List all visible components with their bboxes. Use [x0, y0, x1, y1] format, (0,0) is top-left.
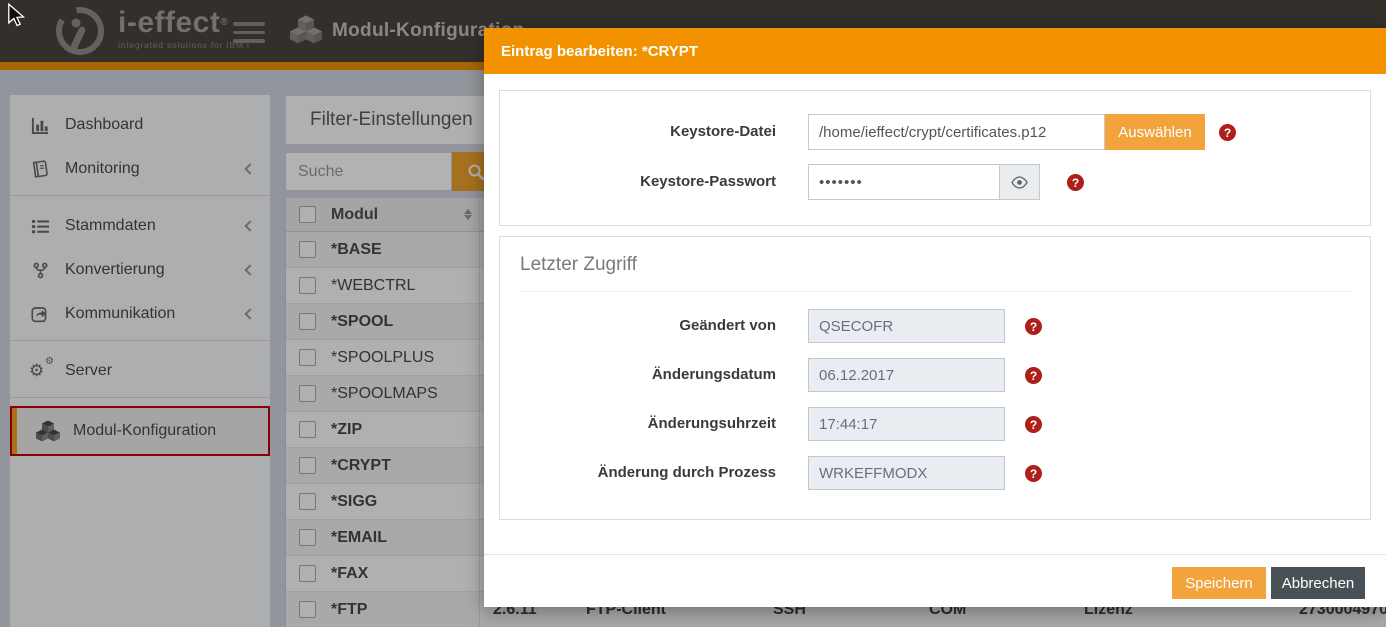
- keystore-fieldbox: Keystore-Datei Auswählen ? Keystore-Pass…: [499, 90, 1371, 226]
- modal-header: Eintrag bearbeiten: *CRYPT: [484, 28, 1386, 74]
- modal-title: Eintrag bearbeiten: *CRYPT: [501, 43, 698, 60]
- edit-entry-modal: Eintrag bearbeiten: *CRYPT Keystore-Date…: [484, 28, 1386, 607]
- toggle-password-visibility[interactable]: [1000, 164, 1040, 200]
- help-icon[interactable]: ?: [1067, 174, 1084, 191]
- readonly-field-input: [808, 456, 1005, 490]
- section-divider: [520, 291, 1350, 292]
- keystore-password-label: Keystore-Passwort: [500, 164, 776, 200]
- field-label: Änderungsuhrzeit: [500, 407, 776, 441]
- readonly-field-input: [808, 358, 1005, 392]
- readonly-field-input: [808, 309, 1005, 343]
- field-label: Änderung durch Prozess: [500, 456, 776, 490]
- last-access-row: Geändert von?: [500, 309, 1370, 343]
- last-access-row: Änderung durch Prozess?: [500, 456, 1370, 490]
- keystore-file-input[interactable]: [808, 114, 1105, 150]
- save-button[interactable]: Speichern: [1172, 567, 1266, 599]
- app-window: i-effect® integrated solutions for IBM i…: [0, 0, 1386, 627]
- field-label: Änderungsdatum: [500, 358, 776, 392]
- last-access-row: Änderungsdatum?: [500, 358, 1370, 392]
- last-access-row: Änderungsuhrzeit?: [500, 407, 1370, 441]
- field-label: Geändert von: [500, 309, 776, 343]
- readonly-field-input: [808, 407, 1005, 441]
- modal-footer-divider: [484, 554, 1386, 555]
- section-title: Letzter Zugriff: [520, 254, 637, 276]
- help-icon[interactable]: ?: [1025, 416, 1042, 433]
- eye-icon: [1010, 176, 1029, 189]
- help-icon[interactable]: ?: [1219, 124, 1236, 141]
- help-icon[interactable]: ?: [1025, 318, 1042, 335]
- keystore-file-label: Keystore-Datei: [500, 114, 776, 150]
- help-icon[interactable]: ?: [1025, 367, 1042, 384]
- cancel-button[interactable]: Abbrechen: [1271, 567, 1365, 599]
- last-access-fieldbox: Letzter Zugriff Geändert von?Änderungsda…: [499, 236, 1371, 520]
- mouse-cursor: [6, 3, 26, 27]
- keystore-password-input[interactable]: [808, 164, 1000, 200]
- help-icon[interactable]: ?: [1025, 465, 1042, 482]
- choose-file-button[interactable]: Auswählen: [1105, 114, 1205, 150]
